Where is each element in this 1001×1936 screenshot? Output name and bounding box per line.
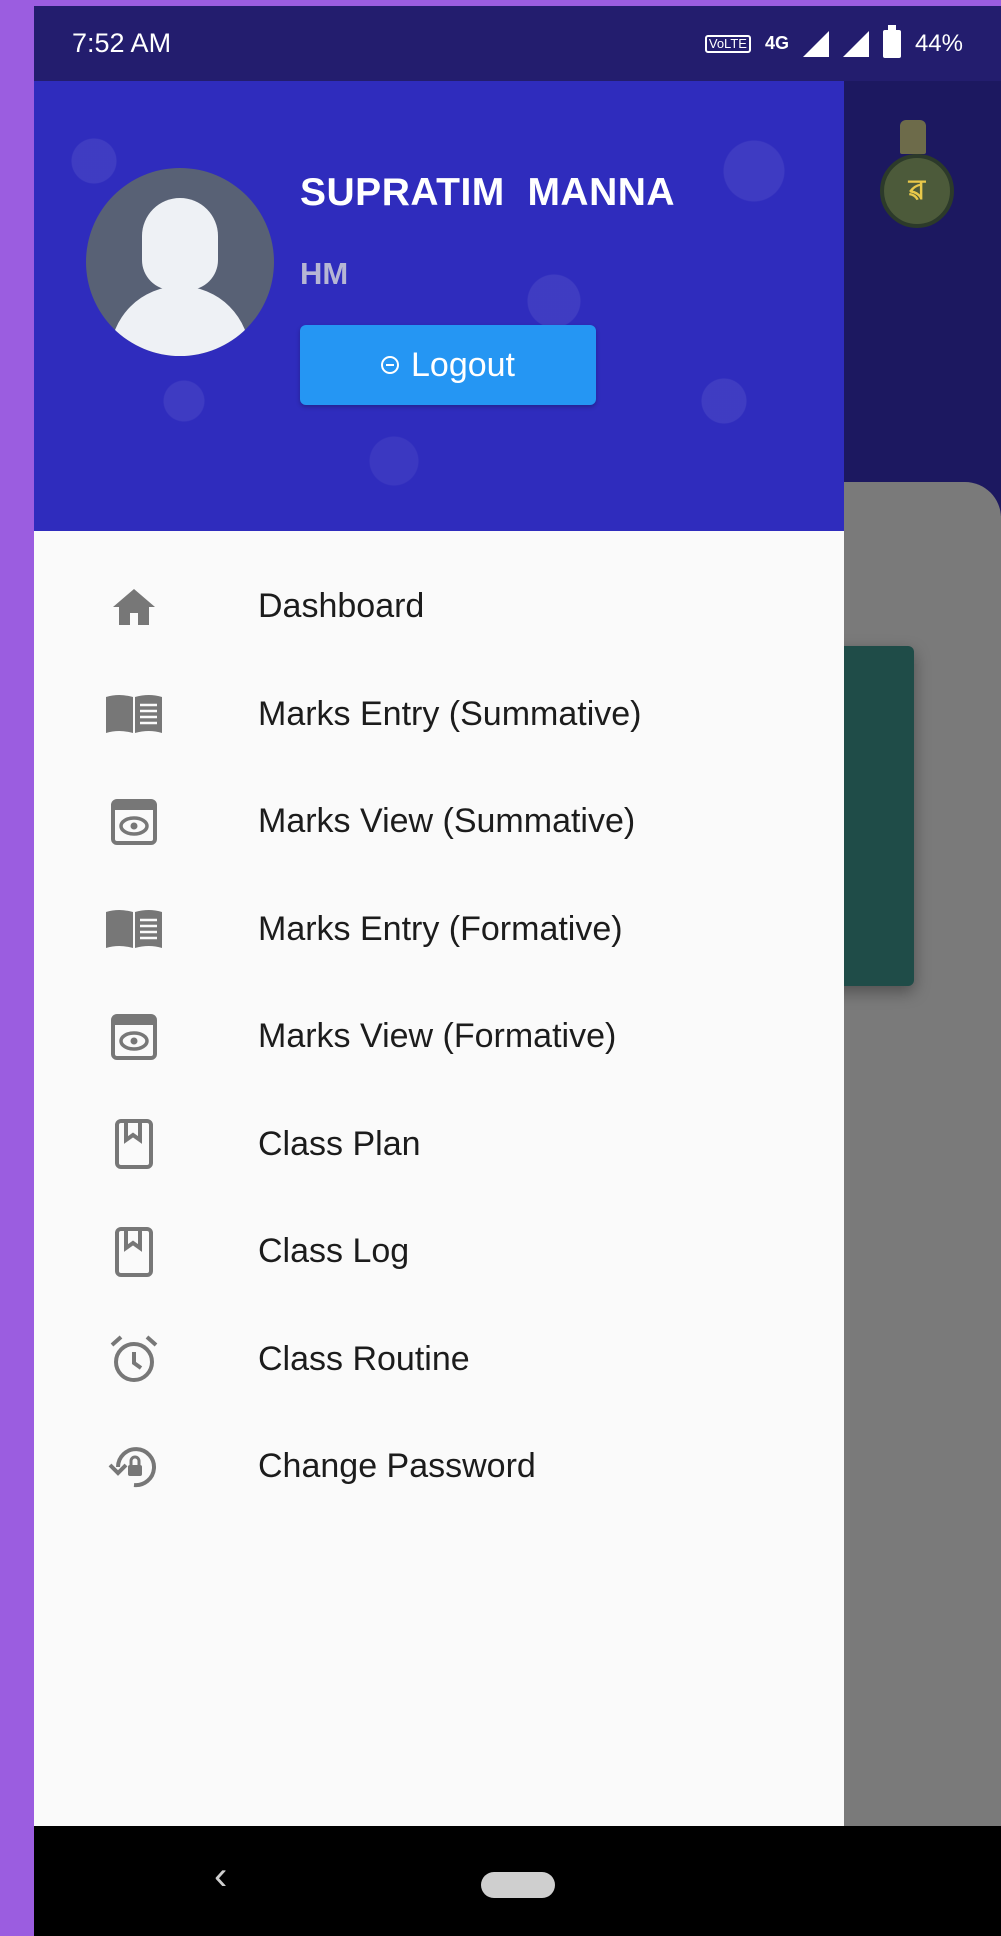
government-emblem-icon: ৱ: [880, 154, 954, 228]
menu-label: Marks View (Summative): [258, 802, 636, 841]
eye-icon: [104, 1007, 164, 1067]
signal-icon: [802, 30, 829, 57]
logout-icon: [381, 356, 399, 374]
network-type: 4G: [764, 33, 789, 53]
avatar-body: [110, 286, 250, 356]
menu-label: Class Log: [258, 1232, 410, 1271]
alarm-clock-icon: [104, 1329, 164, 1389]
menu-item-marks-entry-summative[interactable]: Marks Entry (Summative): [34, 661, 844, 769]
status-bar: 7:52 AM VoLTE 4G 44%: [34, 6, 1001, 81]
menu-item-class-plan[interactable]: Class Plan: [34, 1091, 844, 1199]
book-icon: [104, 684, 164, 744]
signal-icon-2: [842, 30, 869, 57]
menu-label: Class Plan: [258, 1124, 421, 1163]
menu-item-change-password[interactable]: Change Password: [34, 1413, 844, 1521]
logout-button[interactable]: Logout: [300, 325, 596, 405]
drawer-header: SUPRATIM MANNA HM Logout: [34, 81, 844, 531]
menu-label: Marks Entry (Summative): [258, 694, 642, 733]
menu-label: Change Password: [258, 1447, 536, 1486]
emblem-crest: [900, 120, 926, 154]
status-indicators: VoLTE 4G 44%: [704, 24, 963, 58]
menu-label: Class Routine: [258, 1339, 470, 1378]
bookmark-icon: [104, 1114, 164, 1174]
home-icon: [104, 577, 164, 637]
battery-percent: 44%: [914, 29, 963, 57]
menu-label: Marks Entry (Formative): [258, 909, 623, 948]
menu-label: Dashboard: [258, 587, 425, 626]
user-role: HM: [300, 256, 349, 291]
menu-item-marks-view-formative[interactable]: Marks View (Formative): [34, 983, 844, 1091]
logout-label: Logout: [411, 345, 515, 384]
book-icon: [104, 899, 164, 959]
menu-label: Marks View (Formative): [258, 1017, 617, 1056]
menu-item-class-log[interactable]: Class Log: [34, 1198, 844, 1306]
bookmark-icon: [104, 1222, 164, 1282]
menu-item-class-routine[interactable]: Class Routine: [34, 1306, 844, 1414]
battery-icon: [882, 24, 901, 58]
volte-icon: VoLTE: [704, 34, 751, 53]
eye-icon: [104, 792, 164, 852]
drawer-menu: Dashboard Marks Entry (Summative) Marks …: [34, 531, 844, 1521]
avatar-head: [142, 198, 218, 290]
phone-screen: ৱ 7:52 AM VoLTE 4G 44% SUPRATIM MANNA HM…: [34, 6, 1001, 1936]
menu-item-marks-entry-formative[interactable]: Marks Entry (Formative): [34, 876, 844, 984]
system-nav-bar: ‹: [34, 1826, 1001, 1936]
avatar: [86, 168, 274, 356]
status-time: 7:52 AM: [72, 28, 172, 58]
menu-item-marks-view-summative[interactable]: Marks View (Summative): [34, 768, 844, 876]
user-name: SUPRATIM MANNA: [300, 171, 676, 214]
lock-reset-icon: [104, 1437, 164, 1497]
back-chevron-icon[interactable]: ‹: [214, 1854, 227, 1899]
navigation-drawer: SUPRATIM MANNA HM Logout Dashboard Marks…: [34, 81, 844, 1826]
home-pill-button[interactable]: [481, 1872, 555, 1898]
menu-item-dashboard[interactable]: Dashboard: [34, 553, 844, 661]
